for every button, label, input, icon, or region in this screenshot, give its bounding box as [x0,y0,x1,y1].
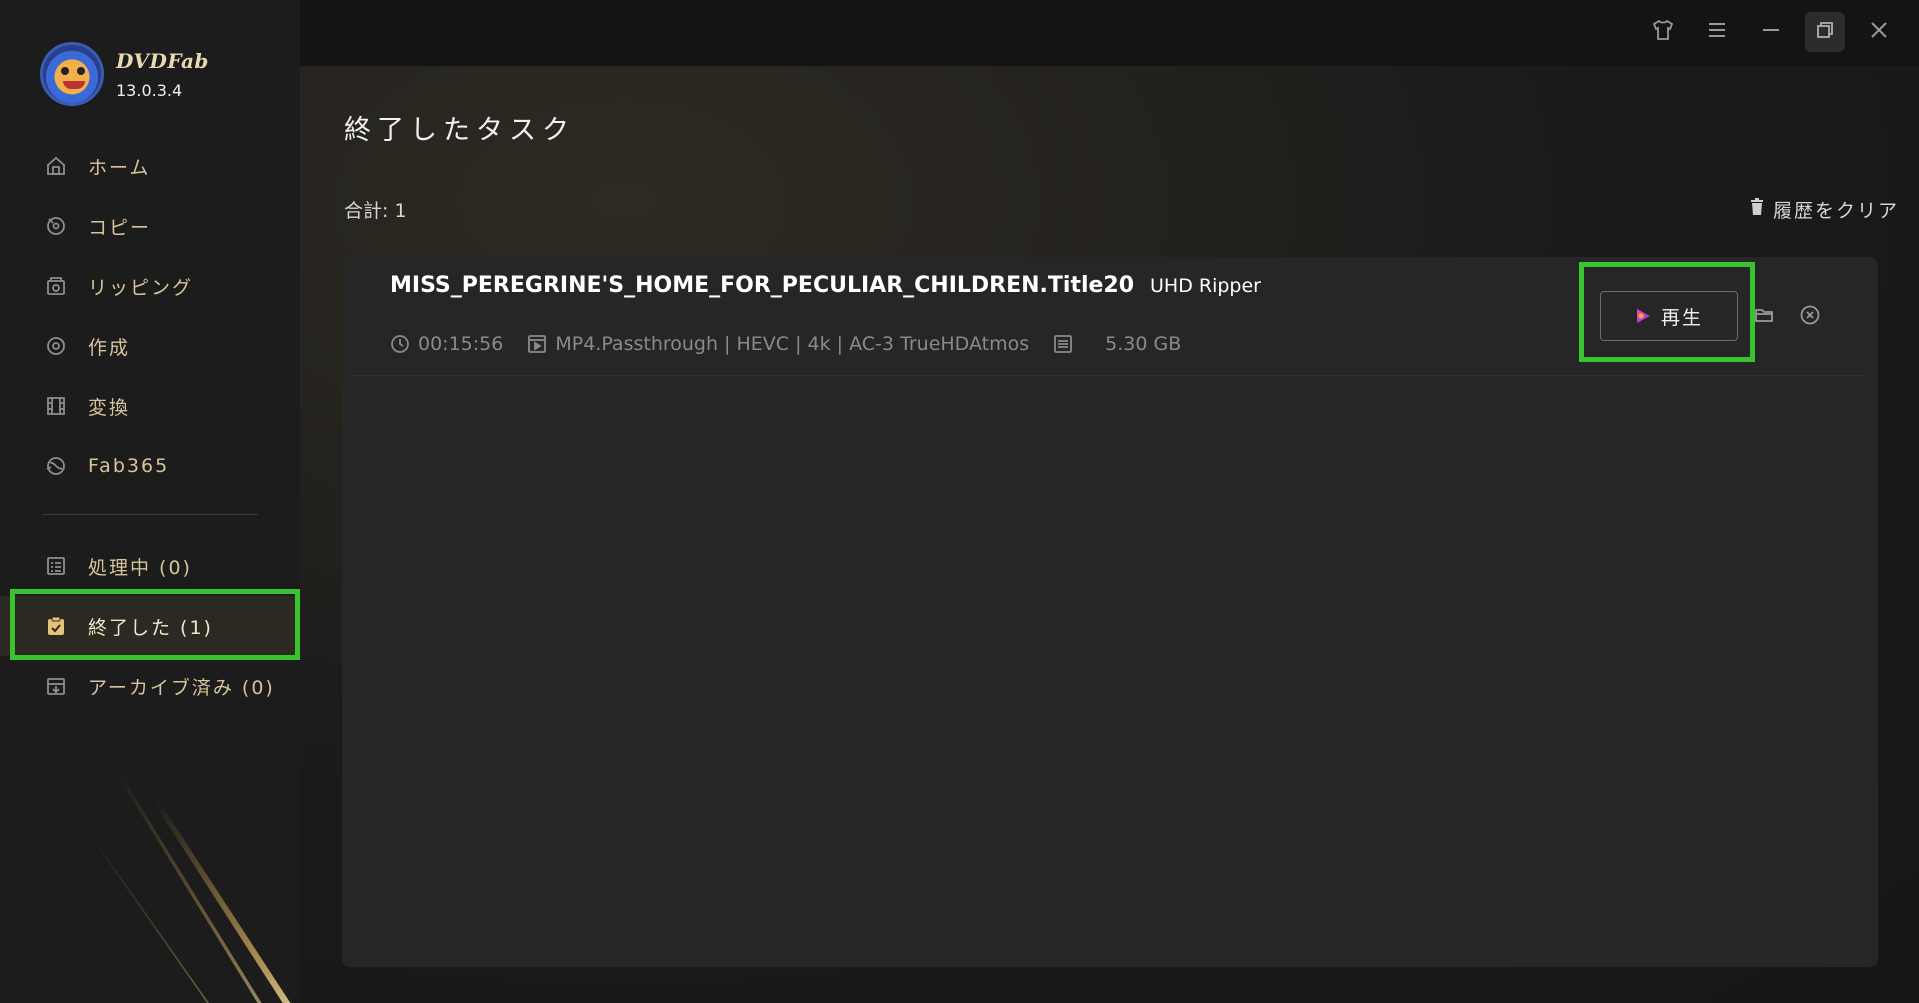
open-folder-button[interactable] [1752,305,1776,329]
play-button-label: 再生 [1660,306,1703,329]
restore-icon [1814,19,1836,45]
minimize-icon [1760,20,1782,44]
trash-icon [1749,198,1765,221]
folder-icon [1754,306,1774,328]
decorative-light-streak [88,773,291,1003]
restore-button[interactable] [1805,12,1845,52]
nav-item-label: リッピング [88,276,194,299]
home-icon [44,154,68,178]
nav-item-label: Fab365 [88,455,170,477]
close-icon [1868,19,1890,45]
task-list-panel: MISS_PEREGRINE'S_HOME_FOR_PECULIAR_CHILD… [342,257,1878,967]
ripper-icon [44,274,68,298]
clear-history-button[interactable]: 履歴をクリア [1749,196,1899,223]
archive-icon [44,674,68,698]
brand-name: DVDFab [116,48,209,73]
nav-item-ripper[interactable]: リッピング [0,256,300,316]
close-button[interactable] [1859,12,1899,52]
dvdfab-mascot-logo-icon [40,42,104,106]
minimize-button[interactable] [1751,12,1791,52]
player-logo-icon [1635,308,1651,324]
nav-item-converter[interactable]: 変換 [0,376,300,436]
menu-icon [1706,20,1728,44]
nav-item-fab365[interactable]: Fab365 [0,436,300,496]
nav-item-processing[interactable]: 処理中 (0) [0,536,300,596]
nav-item-label: 終了した (1) [88,616,213,639]
page-title: 終了したタスク [344,115,575,146]
task-format: MP4.Passthrough | HEVC | 4k | AC-3 TrueH… [555,333,1030,355]
nav-item-finished[interactable]: 終了した (1) [0,596,300,656]
task-nav: 処理中 (0) 終了した (1) アーカイブ済み (0) [0,536,300,716]
nav-item-label: コピー [88,216,152,239]
app-logo: DVDFab 13.0.3.4 [40,42,209,106]
nav-item-creator[interactable]: 作成 [0,316,300,376]
task-row: MISS_PEREGRINE'S_HOME_FOR_PECULIAR_CHILD… [342,257,1878,376]
play-button[interactable]: 再生 [1600,291,1738,341]
clock-icon [390,334,410,354]
video-format-icon [527,334,547,354]
nav-item-label: 変換 [88,396,131,419]
nav-item-archived[interactable]: アーカイブ済み (0) [0,656,300,716]
shirt-skin-icon [1651,19,1675,45]
task-type-tag: UHD Ripper [1150,275,1261,297]
clear-history-label: 履歴をクリア [1772,200,1899,222]
task-size: 5.30 GB [1105,333,1182,355]
circle-close-icon [1799,304,1821,330]
sidebar-divider [42,514,258,515]
nav-item-label: 処理中 (0) [88,556,192,579]
task-title: MISS_PEREGRINE'S_HOME_FOR_PECULIAR_CHILD… [390,273,1135,298]
nav-item-label: アーカイブ済み (0) [88,676,275,699]
nav-item-home[interactable]: ホーム [0,136,300,196]
row-divider [354,375,1866,376]
title-bar [300,0,1919,66]
menu-button[interactable] [1697,12,1737,52]
task-meta: 00:15:56 MP4.Passthrough | HEVC | 4k | A… [390,333,1205,355]
nav-item-label: ホーム [88,156,151,179]
nav-item-copy[interactable]: コピー [0,196,300,256]
sidebar: DVDFab 13.0.3.4 ホーム コピー リッピング 作成 変換 Fab3… [0,0,300,1003]
skin-button[interactable] [1643,12,1683,52]
nav-item-label: 作成 [88,336,131,359]
task-list-icon [44,554,68,578]
total-count: 合計: 1 [344,200,407,222]
remove-task-button[interactable] [1798,305,1822,329]
film-convert-icon [44,394,68,418]
disc-copy-icon [44,214,68,238]
app-version: 13.0.3.4 [116,80,183,100]
task-duration: 00:15:56 [418,333,504,355]
clipboard-check-icon [44,614,68,638]
creator-icon [44,334,68,358]
info-list-icon[interactable] [1053,334,1073,354]
window-controls [1643,12,1899,52]
fab365-icon [44,454,68,478]
main-content: 終了したタスク 合計: 1 履歴をクリア MISS_PEREGRINE'S_HO… [300,0,1919,1003]
main-nav: ホーム コピー リッピング 作成 変換 Fab365 [0,136,300,496]
